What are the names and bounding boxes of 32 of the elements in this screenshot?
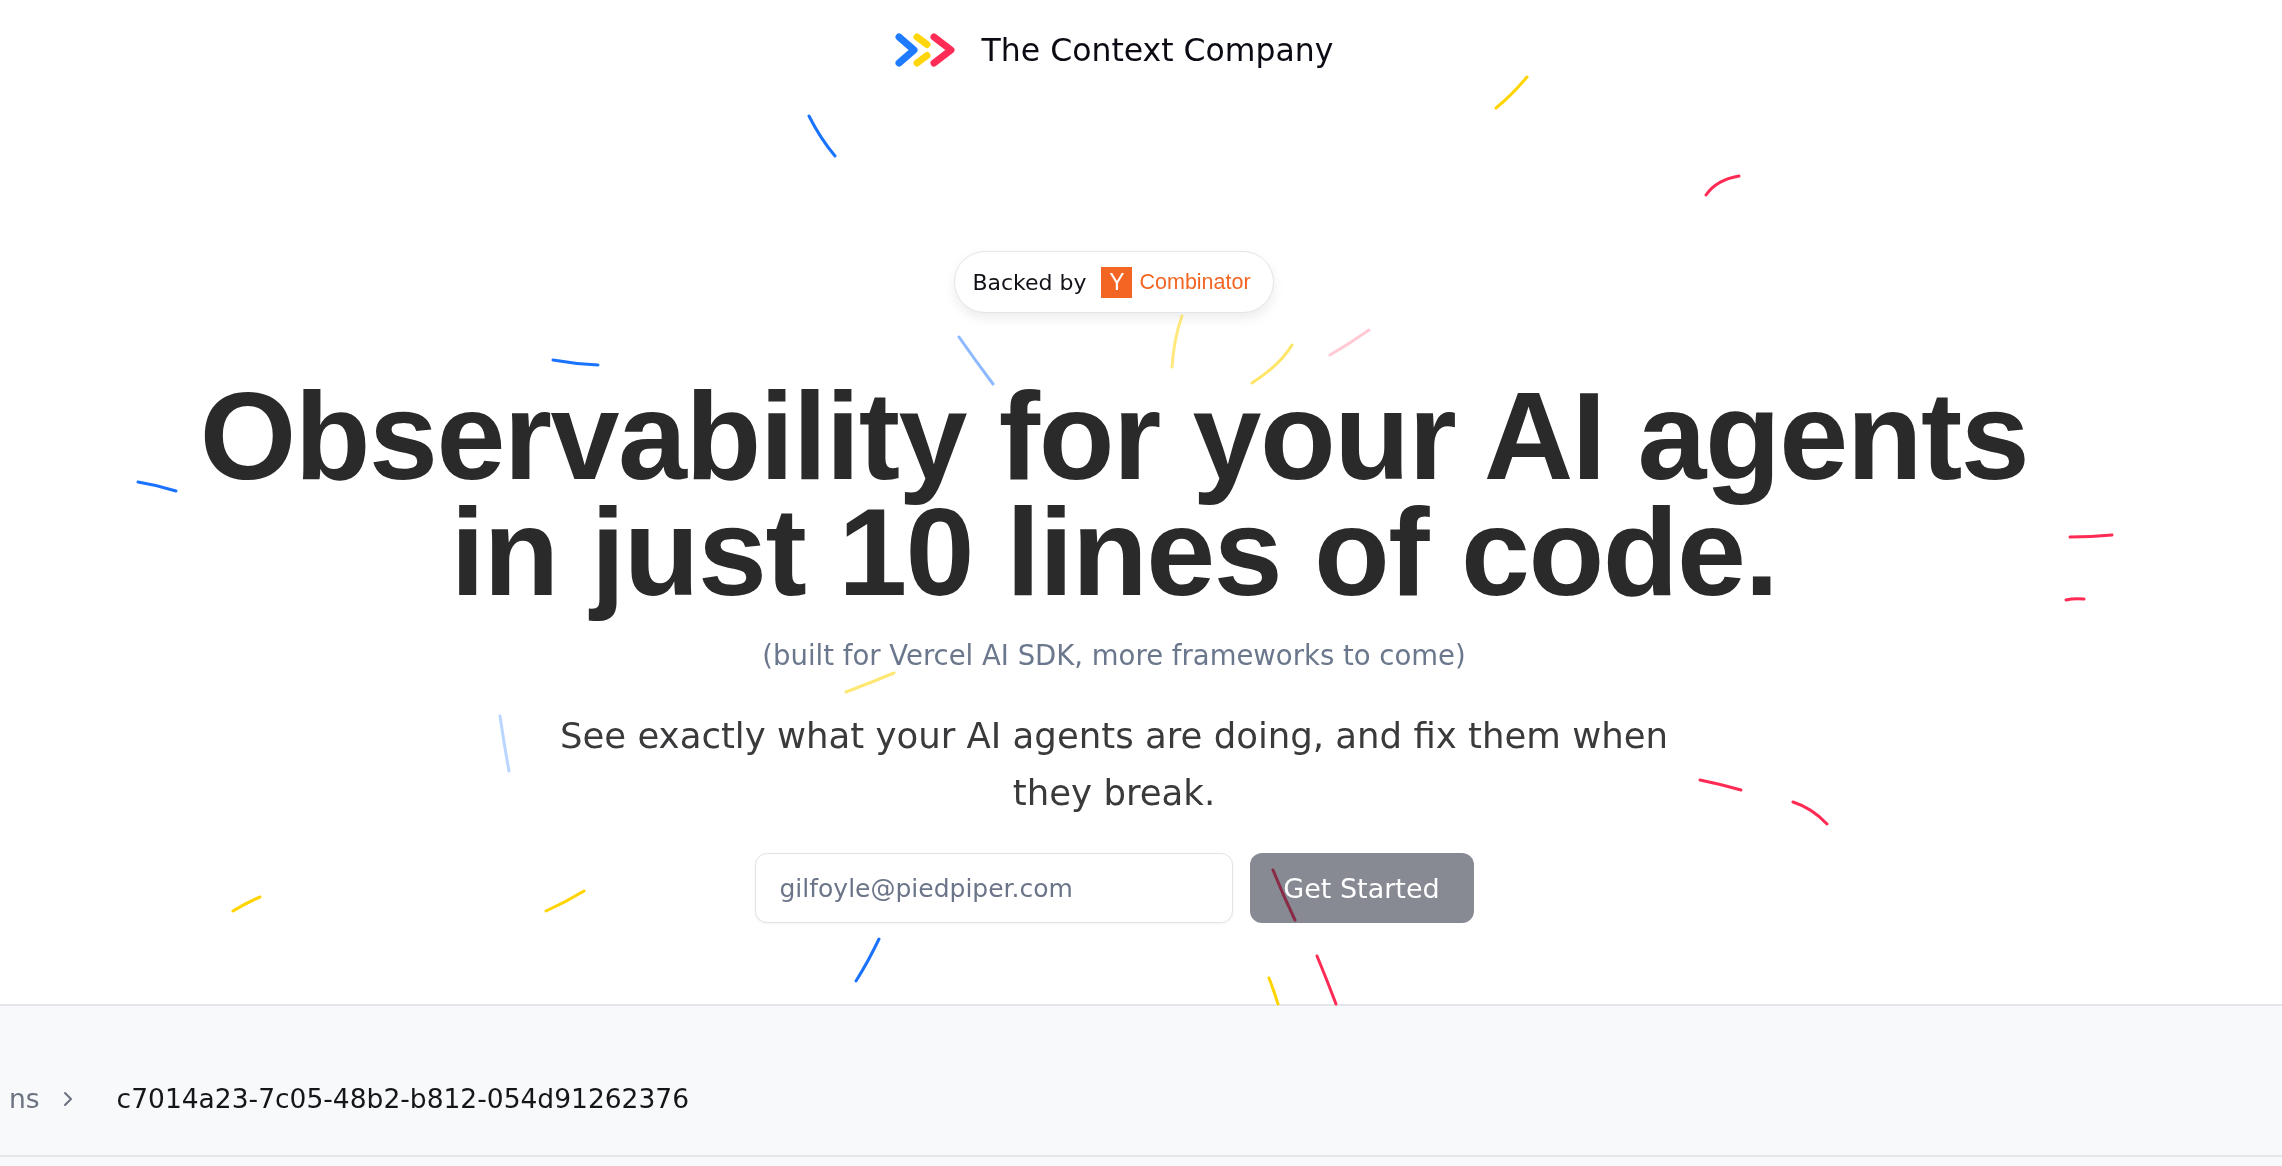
breadcrumb-link[interactable]: ns	[9, 1081, 40, 1117]
brand-name: The Context Company	[981, 32, 1334, 68]
confetti-streak	[854, 937, 881, 983]
confetti-streak	[1494, 75, 1529, 110]
confetti-streak	[1791, 800, 1829, 826]
logo-icon	[894, 33, 955, 67]
email-field[interactable]: gilfoyle@piedpiper.com	[754, 853, 1233, 923]
confetti-streak	[1328, 328, 1371, 357]
confetti-streak	[807, 114, 837, 158]
confetti-streak	[2064, 597, 2086, 602]
y-logo-tile: Y	[1101, 266, 1133, 298]
description: See exactly what your AI agents are doing, and fix them when they break.	[558, 714, 1670, 815]
confetti-streak	[231, 895, 262, 913]
confetti-streak	[2068, 533, 2114, 539]
confetti-streak	[1698, 778, 1743, 792]
confetti-streak	[544, 889, 586, 913]
combinator-wordmark: Combinator	[1139, 269, 1251, 295]
confetti-streak	[844, 671, 896, 694]
confetti-streak	[1250, 343, 1294, 385]
breadcrumb-current: c7014a23-7c05-48b2-b812-054d91262376	[116, 1082, 690, 1116]
confetti-streak	[136, 480, 178, 493]
framework-note: (built for Vercel AI SDK, more frameworks to come)	[762, 639, 1466, 671]
headline: Observability for your AI agents in just 10 lines of code.	[198, 378, 2030, 623]
badge-label: Backed by	[972, 269, 1087, 295]
confetti-streak	[1267, 976, 1280, 1006]
confetti-streak	[1170, 314, 1184, 369]
confetti-streak	[551, 358, 600, 367]
confetti-streak	[957, 335, 995, 386]
confetti-streak	[1315, 954, 1338, 1006]
confetti-streak	[1704, 174, 1741, 197]
chevron-right-icon	[62, 1091, 73, 1107]
confetti-streak	[498, 714, 511, 773]
